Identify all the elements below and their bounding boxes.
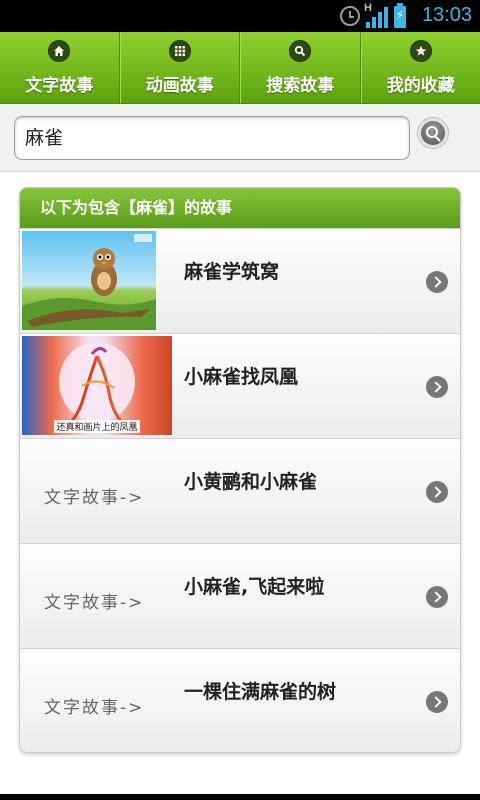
chevron-right-icon [426, 271, 448, 293]
search-icon [289, 40, 312, 62]
tab-my-favorites[interactable]: 我的收藏 [360, 32, 480, 103]
story-thumbnail: 还真和画片上的凤凰 [22, 336, 172, 435]
results-header: 以下为包含【麻雀】的故事 [20, 188, 460, 228]
chevron-right-icon [426, 691, 448, 713]
tab-animated-stories[interactable]: 动画故事 [119, 32, 240, 103]
story-thumbnail [22, 231, 156, 330]
signal-icon: H [364, 2, 388, 28]
search-icon [426, 126, 438, 138]
text-story-placeholder: 文字故事-> [44, 488, 145, 508]
home-icon [48, 40, 71, 62]
story-title: 一棵住满麻雀的树 [184, 681, 337, 703]
search-input[interactable]: 麻雀 [14, 116, 410, 160]
tab-text-stories[interactable]: 文字故事 [0, 32, 120, 103]
list-item[interactable]: 麻雀学筑窝 [20, 228, 460, 333]
results-panel: 以下为包含【麻雀】的故事 麻雀学筑窝 还真和画片上的凤凰 小麻雀找凤凰 文字故事… [19, 187, 461, 753]
grid-icon [168, 40, 191, 62]
story-title: 小麻雀,飞起来啦 [184, 576, 325, 598]
thumbnail-caption: 还真和画片上的凤凰 [56, 421, 137, 433]
search-bar: 麻雀 [0, 104, 480, 172]
text-story-placeholder: 文字故事-> [44, 698, 145, 718]
tab-label: 搜索故事 [266, 76, 335, 96]
list-item[interactable]: 还真和画片上的凤凰 小麻雀找凤凰 [20, 333, 460, 438]
alarm-icon [340, 6, 360, 26]
story-title: 小黄鹂和小麻雀 [184, 471, 318, 493]
story-title: 麻雀学筑窝 [184, 261, 280, 283]
search-button[interactable] [418, 118, 448, 148]
list-item[interactable]: 文字故事-> 小黄鹂和小麻雀 [20, 438, 460, 543]
chevron-right-icon [426, 376, 448, 398]
tab-label: 动画故事 [145, 76, 214, 96]
network-type: H [364, 2, 372, 14]
tab-label: 文字故事 [25, 76, 94, 96]
list-item[interactable]: 文字故事-> 一棵住满麻雀的树 [20, 648, 460, 752]
star-icon [409, 40, 432, 62]
chevron-right-icon [426, 481, 448, 503]
status-bar: H 13:03 [0, 0, 480, 32]
status-time: 13:03 [421, 4, 472, 26]
list-item[interactable]: 文字故事-> 小麻雀,飞起来啦 [20, 543, 460, 648]
top-nav: 文字故事 动画故事 搜索故事 我的收藏 [0, 32, 480, 104]
tab-label: 我的收藏 [386, 76, 455, 96]
text-story-placeholder: 文字故事-> [44, 593, 145, 613]
status-icons: H [340, 2, 406, 28]
story-title: 小麻雀找凤凰 [184, 366, 299, 388]
tab-search-stories[interactable]: 搜索故事 [240, 32, 361, 103]
battery-icon [394, 3, 406, 28]
bottom-bar [0, 794, 480, 800]
chevron-right-icon [426, 586, 448, 608]
